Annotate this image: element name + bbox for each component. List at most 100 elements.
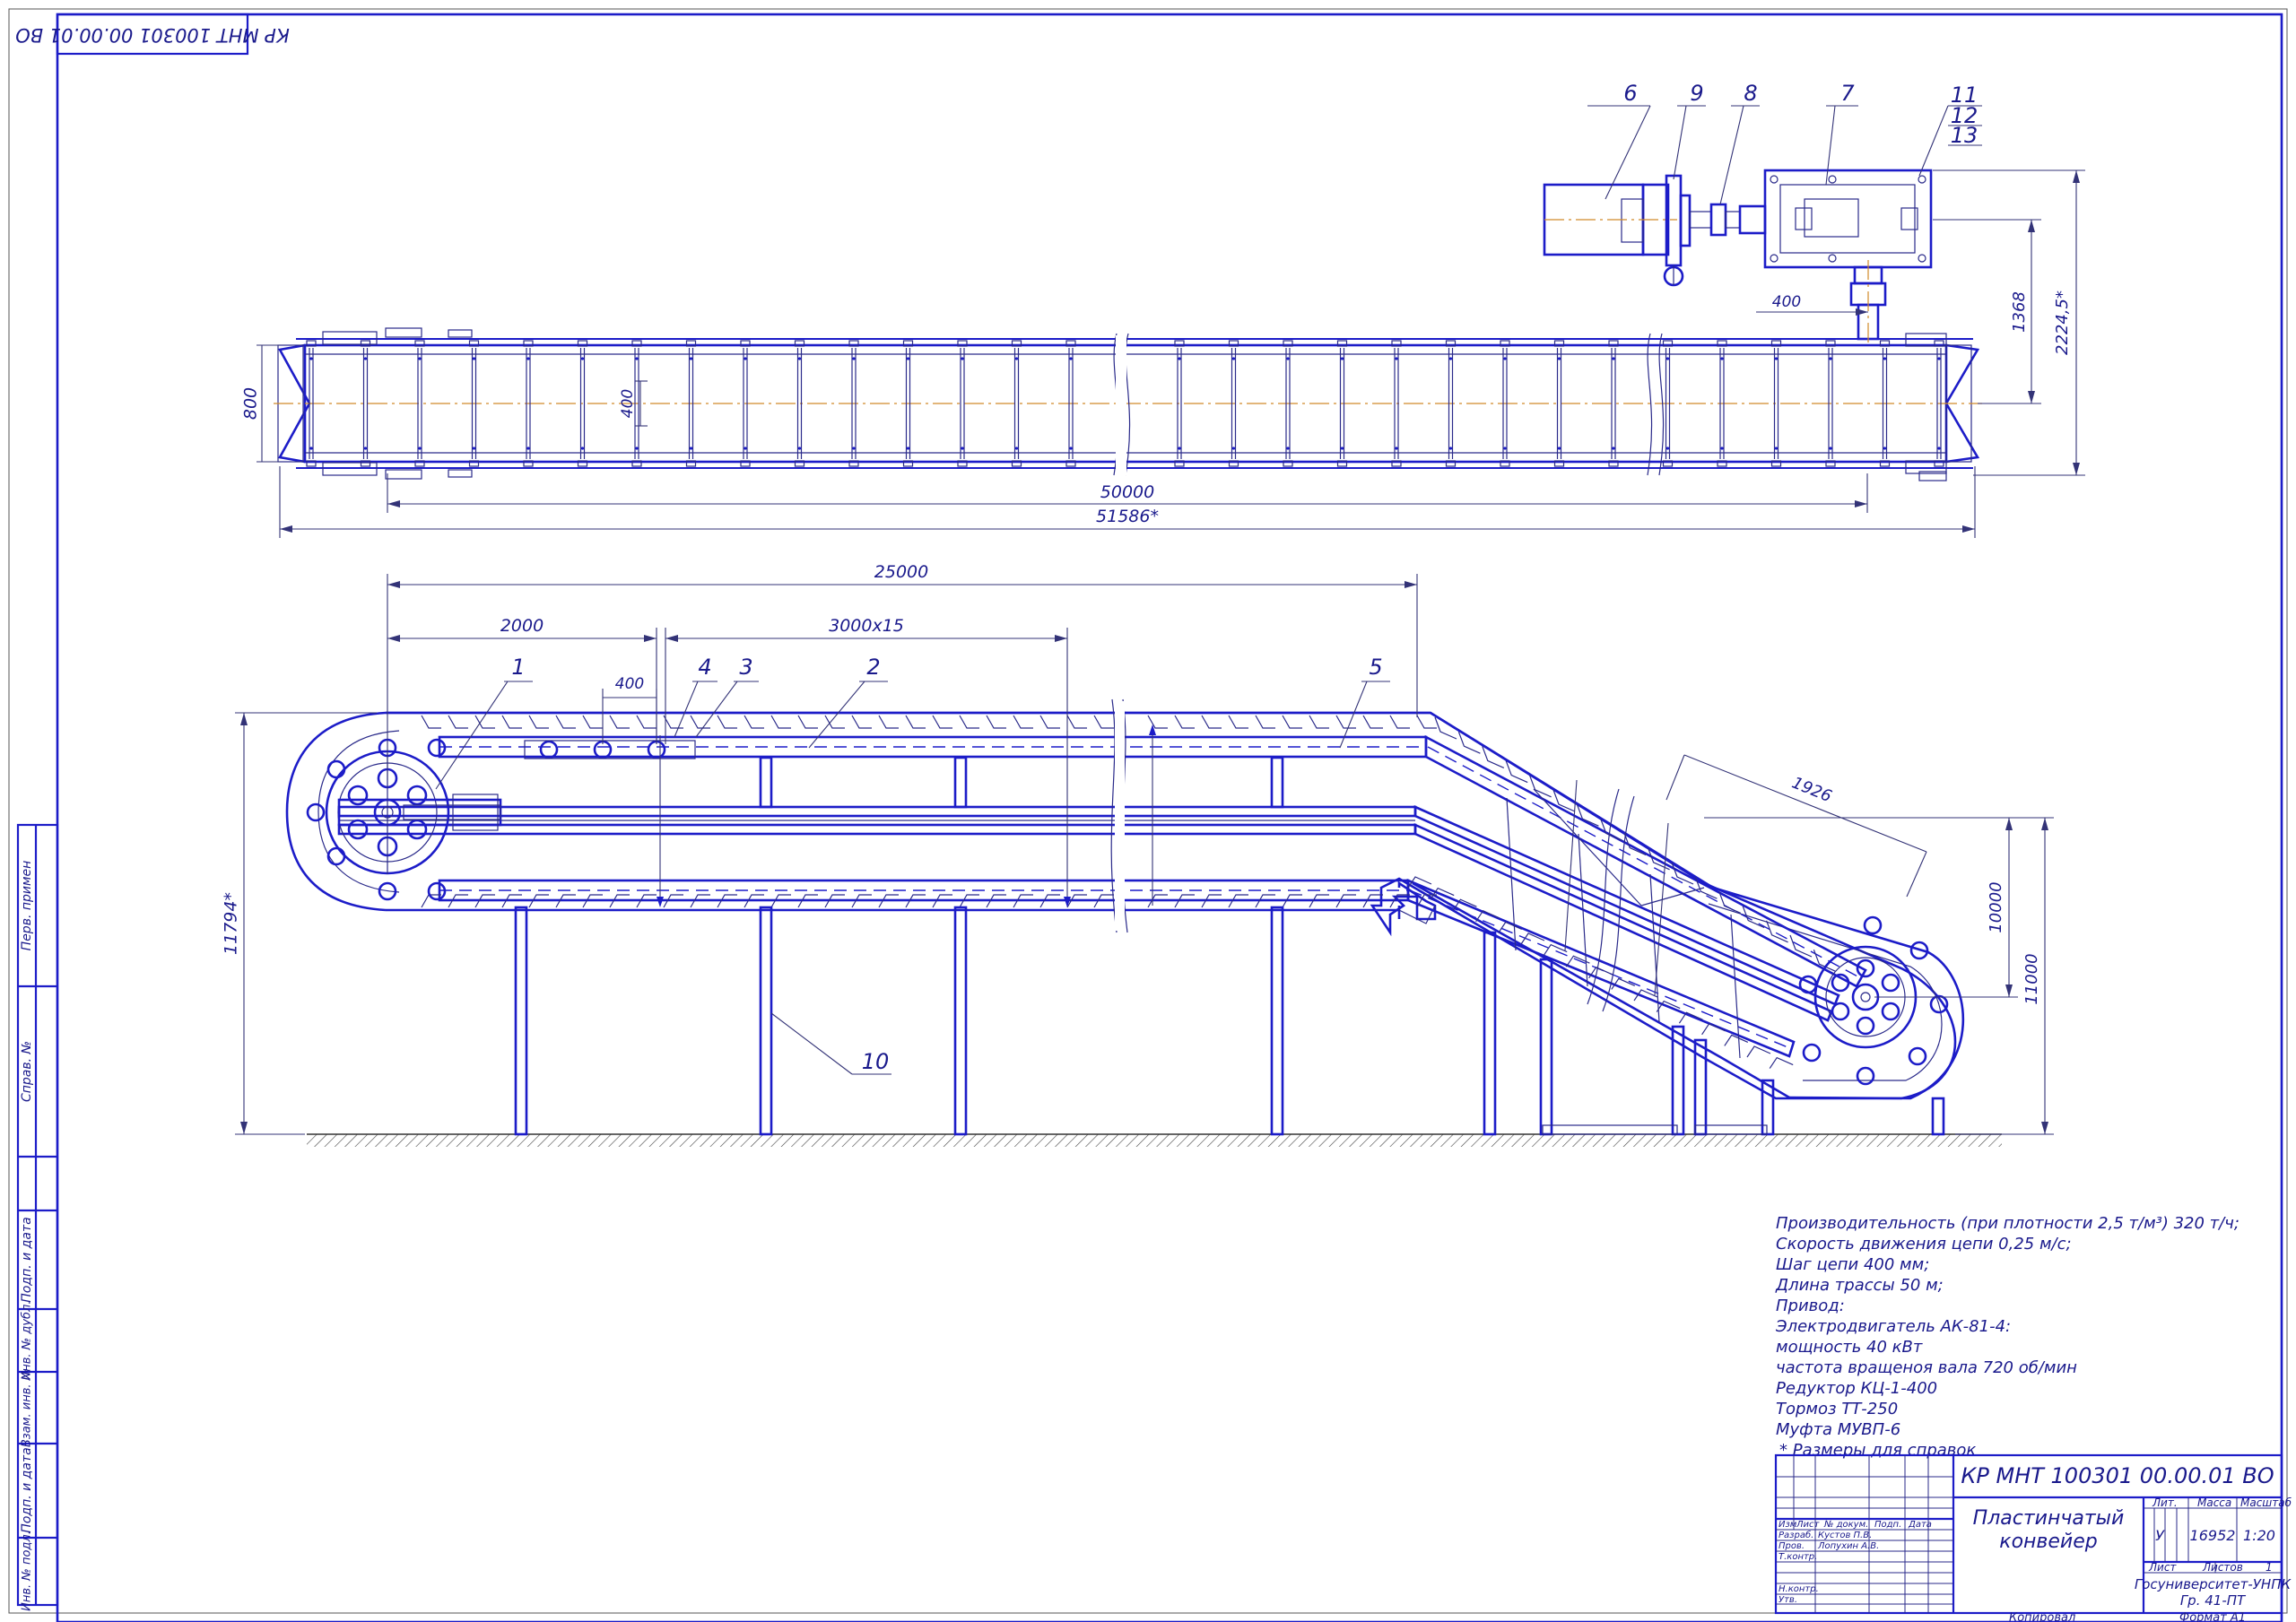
plan-slat-bolt <box>635 447 639 450</box>
note-line-11: Муфта МУВП-6 <box>1776 1420 1900 1439</box>
org-line-2: Гр. 41-ПТ <box>2180 1592 2247 1609</box>
left-side-strip: Перв. примен Справ. № Подп. и дата Инв. … <box>16 823 59 1611</box>
name-prov: Лопухин А.В. <box>1817 1541 1879 1551</box>
hdr-list: Лист <box>1796 1520 1821 1530</box>
plan-slat-bolt <box>1286 447 1290 450</box>
tail-end-outline <box>285 711 387 912</box>
plan-slat-bolt <box>1612 447 1615 450</box>
note-line-7: мощность 40 кВт <box>1776 1338 1923 1357</box>
role-prov: Пров. <box>1779 1541 1805 1551</box>
hdr-podp: Подп. <box>1874 1520 1901 1530</box>
coupling <box>1709 203 1727 237</box>
dim-11794: 11794* <box>222 892 241 955</box>
plan-break <box>1113 333 1665 476</box>
chain-plate-top <box>1066 715 1087 729</box>
chain-plate-top <box>1282 715 1302 729</box>
plan-slat-bolt <box>1883 357 1887 360</box>
plan-slat-bolt <box>797 447 802 450</box>
side-view: 25000 2000 3000x15 400 1926 11794* 10000… <box>222 562 2054 1147</box>
callout-9: 9 <box>1690 81 1703 106</box>
plan-slat-bolt <box>1720 447 1724 450</box>
hdr-ndoc: № докум. <box>1823 1520 1868 1530</box>
mass-value: 16952 <box>2190 1527 2236 1544</box>
plan-slat-bolt <box>1069 447 1073 450</box>
callout-2: 2 <box>866 655 880 680</box>
plan-slat-bolt <box>1937 447 1941 450</box>
plan-slat-bolt <box>797 357 802 360</box>
plan-slat-bolt <box>580 447 585 450</box>
dim-400-plan: 400 <box>619 389 637 418</box>
note-line-6: Электродвигатель АК-81-4: <box>1775 1317 2011 1336</box>
dim-800: 800 <box>241 387 261 420</box>
chain-plate-top <box>528 715 549 729</box>
sheets-label: Листов <box>2202 1561 2243 1574</box>
chain-plate-top <box>1201 715 1222 729</box>
plan-slat-bolt <box>580 357 585 360</box>
dim-400-drive: 400 <box>1772 293 1801 311</box>
callout-7: 7 <box>1840 81 1855 106</box>
chain-plate-top <box>582 715 603 729</box>
strip-label-inv-podl: Инв. № подл. <box>21 1531 34 1611</box>
chain-plate-top <box>1093 715 1114 729</box>
role-utv: Утв. <box>1779 1595 1797 1605</box>
chain-plate-top <box>501 715 522 729</box>
note-line-3: Шаг цепи 400 мм; <box>1776 1255 1929 1274</box>
sheet-label: Лист <box>2148 1561 2177 1574</box>
plan-head-hardware <box>1905 333 1947 481</box>
plan-slat-bolt <box>1937 357 1941 360</box>
plan-slat-bolt <box>1665 357 1670 360</box>
copied-label: Копировал <box>2009 1611 2075 1622</box>
strip-label-podp-data-2: Подп. и дата <box>20 1447 34 1532</box>
plan-slat-bolt <box>1448 357 1453 360</box>
role-tkontr: Т.контр. <box>1779 1552 1817 1562</box>
plan-slat-bolt <box>1503 357 1507 360</box>
plan-slat-bolt <box>689 357 693 360</box>
drawing-sheet: КР МНТ 100301 00.00.01 ВО Перв. примен С… <box>8 8 2292 1622</box>
chain-plate-top <box>1416 715 1437 729</box>
chain-plate-top <box>1013 715 1033 729</box>
dim-51586: 51586* <box>1096 507 1159 526</box>
chain-plates <box>421 715 1836 1069</box>
plan-slat-bolt <box>1014 357 1019 360</box>
chain-plate-top <box>555 715 576 729</box>
dim-2224: 2224,5* <box>2053 291 2072 355</box>
chain-plate-top <box>717 715 737 729</box>
role-nkontr: Н.контр. <box>1779 1584 1819 1594</box>
chain-plate-top <box>1174 715 1195 729</box>
chain-plate-top <box>851 715 872 729</box>
scale-value: 1:20 <box>2243 1527 2275 1544</box>
callout-6: 6 <box>1623 81 1637 106</box>
title-name-2: конвейер <box>1999 1531 2097 1553</box>
plan-slat-bolt <box>1829 357 1832 360</box>
dim-1926: 1926 <box>1789 774 1834 807</box>
plan-slat-bolt <box>1557 357 1561 360</box>
plan-slat-bolt <box>1612 357 1615 360</box>
plan-slat-bolt <box>961 447 964 450</box>
dim-400-side: 400 <box>615 675 644 693</box>
scale-label: Масштаб <box>2240 1496 2292 1509</box>
note-line-10: Тормоз ТТ-250 <box>1776 1400 1898 1418</box>
callout-10: 10 <box>862 1049 890 1074</box>
format-label: Формат А1 <box>2179 1611 2246 1622</box>
mass-label: Масса <box>2197 1496 2231 1509</box>
plan-slat-bolt <box>1069 357 1073 360</box>
dim-2000: 2000 <box>500 616 544 636</box>
plan-slat-bolt <box>852 357 856 360</box>
chain-plate-top <box>986 715 1006 729</box>
sheets-value: 1 <box>2266 1561 2273 1574</box>
chain-plate-top <box>744 715 764 729</box>
callout-4: 4 <box>698 655 711 680</box>
note-line-2: Скорость движения цепи 0,25 м/с; <box>1776 1235 2072 1253</box>
plan-slat-bolt <box>1665 447 1670 450</box>
chain-plate-top <box>1335 715 1356 729</box>
plan-slat-bolt <box>309 447 313 450</box>
dim-10000: 10000 <box>1987 881 2005 932</box>
chain-plate-top <box>448 715 468 729</box>
side-callouts: 1 4 3 2 5 10 <box>435 655 1390 1075</box>
plan-slat-bolt <box>906 357 910 360</box>
dim-50000: 50000 <box>1100 482 1154 502</box>
plan-slat-bolt <box>1883 447 1887 450</box>
strip-label-podp-data-1: Подп. и дата <box>20 1217 34 1302</box>
chain-plate-top <box>636 715 657 729</box>
plan-slat-bolt <box>1178 447 1181 450</box>
